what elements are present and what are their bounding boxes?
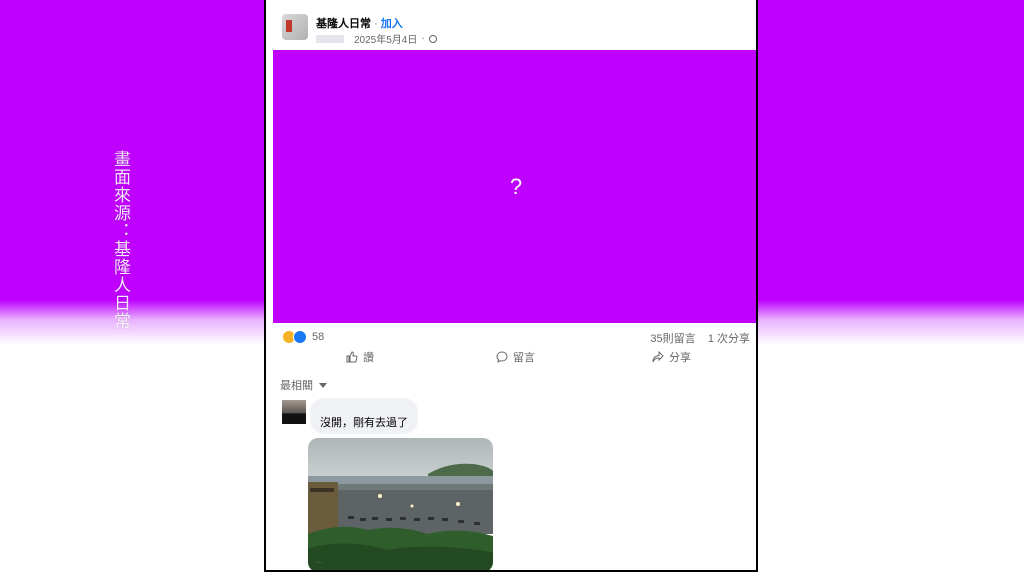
like-button[interactable]: 讚 bbox=[346, 349, 374, 365]
page-avatar[interactable] bbox=[282, 14, 308, 40]
comment-photo[interactable]: · · · bbox=[308, 438, 493, 570]
globe-icon bbox=[428, 34, 437, 43]
commenter-avatar[interactable] bbox=[282, 400, 306, 424]
comment-share-counts: 35則留言 1 次分享 bbox=[650, 330, 750, 346]
separator: · bbox=[374, 18, 378, 30]
post-media[interactable]: ? bbox=[273, 50, 756, 323]
reaction-count: 58 bbox=[312, 331, 325, 343]
share-label: 分享 bbox=[669, 352, 691, 364]
shares-count[interactable]: 1 次分享 bbox=[708, 333, 750, 345]
share-arrow-icon bbox=[652, 351, 664, 363]
like-reaction-icon bbox=[293, 330, 307, 344]
thumbs-up-icon bbox=[346, 351, 358, 363]
comment-label: 留言 bbox=[513, 352, 535, 364]
join-link[interactable]: 加入 bbox=[381, 18, 403, 30]
comment-bubble: 沒開，剛有去過了 bbox=[310, 398, 418, 434]
post-header: 基隆人日常 · 加入 2025年5月4日 · bbox=[280, 12, 740, 52]
comment-icon bbox=[496, 351, 508, 363]
separator: · bbox=[421, 33, 425, 44]
share-button[interactable]: 分享 bbox=[652, 349, 691, 365]
like-label: 讚 bbox=[363, 352, 374, 364]
comment-sort-dropdown[interactable]: 最相關 bbox=[280, 377, 327, 393]
reactions-summary[interactable]: 58 bbox=[282, 330, 324, 344]
page-name-line: 基隆人日常 · 加入 bbox=[316, 15, 403, 31]
source-caption: 畫面來源：基隆人日常 bbox=[111, 150, 130, 330]
post-stats: 58 35則留言 1 次分享 bbox=[280, 330, 750, 346]
media-placeholder: ? bbox=[509, 173, 523, 199]
sort-label: 最相關 bbox=[280, 380, 313, 392]
caret-down-icon bbox=[319, 382, 327, 388]
comment-text: 沒開，剛有去過了 bbox=[320, 417, 408, 429]
comment-button[interactable]: 留言 bbox=[496, 349, 535, 365]
blurred-author bbox=[316, 34, 344, 43]
harbor-photo-image: · · · bbox=[308, 438, 493, 570]
action-bar: 讚 留言 分享 bbox=[280, 349, 750, 367]
page-name-link[interactable]: 基隆人日常 bbox=[316, 18, 371, 30]
comments-count[interactable]: 35則留言 bbox=[650, 333, 695, 345]
post-date[interactable]: 2025年5月4日 bbox=[354, 31, 417, 46]
facebook-post: 基隆人日常 · 加入 2025年5月4日 · ? 58 35則留言 1 次分享 … bbox=[264, 0, 758, 572]
post-meta: 2025年5月4日 · bbox=[316, 31, 437, 46]
svg-text:· · ·: · · · bbox=[316, 560, 322, 565]
